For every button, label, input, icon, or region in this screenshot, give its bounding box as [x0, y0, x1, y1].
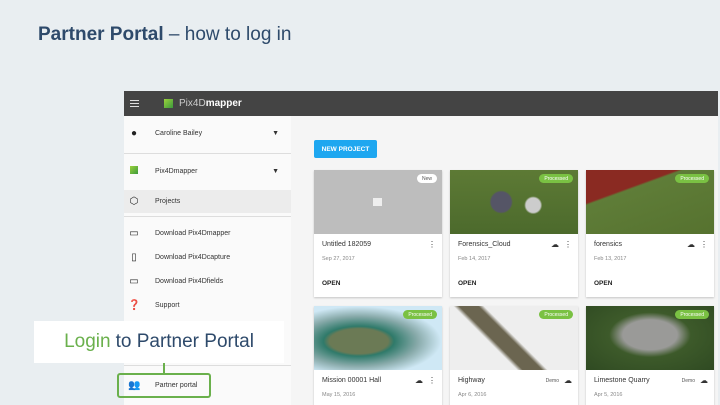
project-card[interactable]: Processed Mission 00001 Hall May 15, 201…: [314, 306, 442, 405]
more-icon[interactable]: ⋮: [428, 240, 436, 249]
project-title: Limestone Quarry: [594, 377, 650, 384]
help-icon: ❓: [128, 299, 141, 311]
project-card[interactable]: Processed Highway Apr 6, 2016 Demo ☁: [450, 306, 578, 405]
sidebar-item-pix4dmapper[interactable]: Pix4Dmapper ▼: [124, 160, 291, 182]
project-date: Sep 27, 2017: [322, 256, 355, 262]
pix4d-logo-icon: [128, 165, 140, 177]
project-thumbnail: Processed: [586, 170, 714, 234]
status-badge: Processed: [539, 310, 573, 319]
sidebar-item-download-fields[interactable]: ▭ Download Pix4Dfields: [124, 270, 291, 292]
new-project-button[interactable]: NEW PROJECT: [314, 140, 377, 158]
cloud-download-icon[interactable]: ☁: [564, 376, 572, 385]
project-date: Apr 5, 2016: [594, 392, 623, 398]
divider: [124, 216, 291, 217]
more-icon[interactable]: ⋮: [428, 376, 436, 385]
project-title: Mission 00001 Hall: [322, 377, 382, 384]
project-thumbnail: Processed: [586, 306, 714, 370]
app-name: Pix4Dmapper: [179, 98, 242, 109]
more-icon[interactable]: ⋮: [700, 240, 708, 249]
menu-icon[interactable]: [130, 100, 139, 107]
more-icon[interactable]: ⋮: [564, 240, 572, 249]
status-badge: New: [416, 174, 437, 183]
status-badge: Processed: [675, 310, 709, 319]
image-placeholder-icon: [373, 198, 382, 206]
caret-down-icon[interactable]: ▼: [272, 168, 279, 175]
sidebar-item-label: Pix4Dmapper: [155, 167, 198, 175]
demo-label: Demo: [545, 377, 559, 384]
pix4d-logo-icon: [164, 99, 173, 108]
divider: [124, 153, 291, 154]
project-title: Forensics_Cloud: [458, 241, 511, 248]
sidebar-item-label: Download Pix4Dmapper: [155, 229, 231, 237]
project-card[interactable]: Processed forensics Feb 13, 2017 ☁ ⋮ OPEN: [586, 170, 714, 297]
sidebar-item-label: Download Pix4Dfields: [155, 277, 224, 285]
slide-title: Partner Portal – how to log in: [38, 24, 292, 45]
project-thumbnail: Processed: [450, 306, 578, 370]
project-date: Feb 14, 2017: [458, 256, 491, 262]
cloud-download-icon[interactable]: ☁: [687, 240, 695, 249]
cloud-download-icon[interactable]: ☁: [551, 240, 559, 249]
project-card[interactable]: Processed Forensics_Cloud Feb 14, 2017 ☁…: [450, 170, 578, 297]
account-circle-icon: ●: [130, 127, 138, 139]
sidebar-item-download-capture[interactable]: ▯ Download Pix4Dcapture: [124, 246, 291, 268]
demo-label: Demo: [681, 377, 695, 384]
cube-icon: ⬡: [129, 196, 139, 207]
sidebar-item-label: Download Pix4Dcapture: [155, 253, 231, 261]
project-date: May 15, 2016: [322, 392, 356, 398]
project-thumbnail: New: [314, 170, 442, 234]
sidebar-item-label: Caroline Bailey: [155, 129, 203, 137]
project-thumbnail: Processed: [314, 306, 442, 370]
status-badge: Processed: [403, 310, 437, 319]
status-badge: Processed: [539, 174, 573, 183]
open-button[interactable]: OPEN: [458, 280, 476, 287]
monitor-icon: ▭: [129, 275, 139, 287]
partner-portal-highlight: [117, 373, 211, 398]
status-badge: Processed: [675, 174, 709, 183]
project-title: forensics: [594, 241, 623, 248]
project-date: Apr 6, 2016: [458, 392, 487, 398]
cloud-download-icon[interactable]: ☁: [415, 376, 423, 385]
sidebar-item-label: Support: [155, 301, 180, 309]
project-card[interactable]: New Untitled 182059 Sep 27, 2017 ⋮ OPEN: [314, 170, 442, 297]
project-title: Highway: [458, 377, 485, 384]
sidebar-item-account[interactable]: ● Caroline Bailey ▼: [124, 122, 291, 144]
phone-icon: ▯: [131, 251, 137, 263]
project-date: Feb 13, 2017: [594, 256, 627, 262]
divider: [124, 365, 291, 366]
sidebar-item-support[interactable]: ❓ Support: [124, 294, 291, 316]
project-title: Untitled 182059: [322, 241, 372, 248]
cloud-download-icon[interactable]: ☁: [700, 376, 708, 385]
open-button[interactable]: OPEN: [594, 280, 612, 287]
project-card[interactable]: Processed Limestone Quarry Apr 5, 2016 D…: [586, 306, 714, 405]
monitor-icon: ▭: [129, 227, 139, 239]
caret-down-icon[interactable]: ▼: [272, 130, 279, 137]
top-bar: Pix4Dmapper: [124, 91, 718, 116]
login-callout: Login to Partner Portal: [34, 321, 284, 363]
project-thumbnail: Processed: [450, 170, 578, 234]
open-button[interactable]: OPEN: [322, 280, 340, 287]
sidebar-item-projects[interactable]: ⬡ Projects: [124, 190, 291, 213]
sidebar-item-label: Projects: [155, 198, 181, 205]
sidebar-item-download-mapper[interactable]: ▭ Download Pix4Dmapper: [124, 222, 291, 244]
